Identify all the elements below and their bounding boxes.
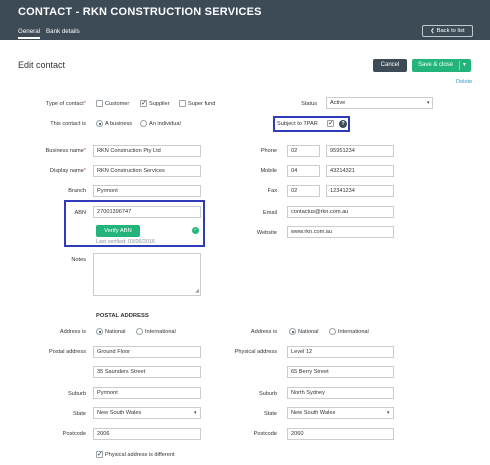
physical-state-select[interactable]: New South Wales <box>287 407 394 419</box>
individual-radio-label: An individual <box>149 121 181 127</box>
postal-state-label: State <box>72 411 86 417</box>
back-to-list-button[interactable]: ❮ Back to list <box>422 25 473 37</box>
save-close-label: Save & close <box>418 62 454 68</box>
display-name-field[interactable]: RKN Construction Services <box>93 165 201 177</box>
fax-label: Fax <box>267 188 277 194</box>
last-verified-text: Last verified: 03/06/2016 <box>96 239 156 245</box>
chevron-down-icon: ▼ <box>193 410 198 415</box>
physical-address-label: Physical address <box>234 349 277 355</box>
postal-address-heading: POSTAL ADDRESS <box>96 313 149 319</box>
super-fund-label: Super fund <box>188 101 216 107</box>
postal-national-radio[interactable] <box>96 328 103 335</box>
mobile-area-field[interactable]: 04 <box>287 165 320 177</box>
postal-international-radio[interactable] <box>136 328 143 335</box>
phone-field[interactable]: 95951234 <box>326 145 394 157</box>
tpar-label: Subject to TPAR <box>277 121 318 127</box>
display-name-label: Display name* <box>49 168 86 174</box>
business-name-field[interactable]: RKN Construction Pty Ltd <box>93 145 201 157</box>
postal-national-label: National <box>105 329 126 335</box>
physical-suburb-label: Suburb <box>258 391 277 397</box>
button-divider <box>459 61 460 70</box>
tpar-checkbox[interactable] <box>327 119 334 127</box>
business-radio-label: A business <box>105 121 133 127</box>
physical-suburb-field[interactable]: North Sydney <box>287 387 394 399</box>
mobile-field[interactable]: 43214321 <box>326 165 394 177</box>
page-title: Edit contact <box>18 60 66 70</box>
help-icon[interactable]: ? <box>339 120 347 128</box>
abn-label: ABN <box>74 210 86 216</box>
fax-area-field[interactable]: 02 <box>287 185 320 197</box>
postal-address-label: Postal address <box>48 349 86 355</box>
postal-state-select[interactable]: New South Wales <box>93 407 201 419</box>
notes-label: Notes <box>71 257 86 263</box>
postal-line2-field[interactable]: 35 Saunders Street <box>93 366 201 378</box>
resize-handle-icon[interactable]: ◢ <box>195 288 199 294</box>
physical-international-label: International <box>338 329 369 335</box>
check-circle-icon: ✓ <box>192 227 199 234</box>
physical-state-label: State <box>263 411 277 417</box>
postal-suburb-field[interactable]: Pyrmont <box>93 387 201 399</box>
super-fund-checkbox[interactable] <box>179 100 186 107</box>
postal-suburb-label: Suburb <box>67 391 86 397</box>
physical-line2-field[interactable]: 65 Berry Street <box>287 366 394 378</box>
business-name-label: Business name* <box>45 148 86 154</box>
email-label: Email <box>263 210 277 216</box>
header-bar: CONTACT - RKN CONSTRUCTION SERVICES Gene… <box>0 0 490 40</box>
individual-radio[interactable] <box>140 120 147 127</box>
postal-postcode-label: Postcode <box>62 431 86 437</box>
supplier-checkbox[interactable] <box>140 99 147 107</box>
customer-checkbox[interactable] <box>96 100 103 107</box>
tab-general[interactable]: General <box>18 28 41 39</box>
physical-national-radio[interactable] <box>289 328 296 335</box>
customer-label: Customer <box>105 101 130 107</box>
postal-address-is-label: Address is <box>59 329 86 335</box>
supplier-label: Supplier <box>149 101 170 107</box>
chevron-down-icon[interactable]: ▼ <box>462 59 467 72</box>
type-of-contact-label: Type of contact* <box>45 101 86 107</box>
physical-international-radio[interactable] <box>329 328 336 335</box>
tab-bank-details[interactable]: Bank details <box>46 28 80 35</box>
cancel-button[interactable]: Cancel <box>373 59 407 72</box>
branch-label: Branch <box>68 188 86 194</box>
chevron-down-icon: ▼ <box>426 100 431 105</box>
chevron-left-icon: ❮ <box>430 28 435 34</box>
chevron-down-icon: ▼ <box>386 410 391 415</box>
fax-field[interactable]: 12341234 <box>326 185 394 197</box>
page-header-title: CONTACT - RKN CONSTRUCTION SERVICES <box>18 6 262 18</box>
physical-address-is-label: Address is <box>250 329 277 335</box>
branch-field[interactable]: Pyrmont <box>93 185 201 197</box>
email-field[interactable]: contactus@rkn.com.au <box>287 206 394 218</box>
notes-textarea[interactable]: ◢ <box>93 253 201 296</box>
postal-international-label: International <box>145 329 176 335</box>
postal-postcode-field[interactable]: 2006 <box>93 428 201 440</box>
phone-label: Phone <box>260 148 277 154</box>
physical-different-label: Physical address is different <box>105 452 175 458</box>
abn-field[interactable]: 27001396747 <box>93 206 201 218</box>
physical-national-label: National <box>298 329 319 335</box>
status-select[interactable]: Active <box>326 97 433 109</box>
status-label: Status <box>301 101 317 107</box>
physical-postcode-field[interactable]: 2060 <box>287 428 394 440</box>
phone-area-field[interactable]: 02 <box>287 145 320 157</box>
contact-is-label: This contact is <box>50 121 86 127</box>
delete-link[interactable]: Delete <box>456 79 472 85</box>
mobile-label: Mobile <box>260 168 277 174</box>
back-to-list-label: Back to list <box>436 28 465 34</box>
physical-postcode-label: Postcode <box>253 431 277 437</box>
postal-line1-field[interactable]: Ground Floor <box>93 346 201 358</box>
website-label: Website <box>256 230 277 236</box>
physical-different-checkbox[interactable] <box>96 450 103 458</box>
verify-abn-button[interactable]: Verify ABN <box>96 225 140 237</box>
business-radio[interactable] <box>96 120 103 127</box>
save-close-button[interactable]: Save & close ▼ <box>412 59 471 72</box>
physical-line1-field[interactable]: Level 12 <box>287 346 394 358</box>
website-field[interactable]: www.rkn.com.au <box>287 226 394 238</box>
